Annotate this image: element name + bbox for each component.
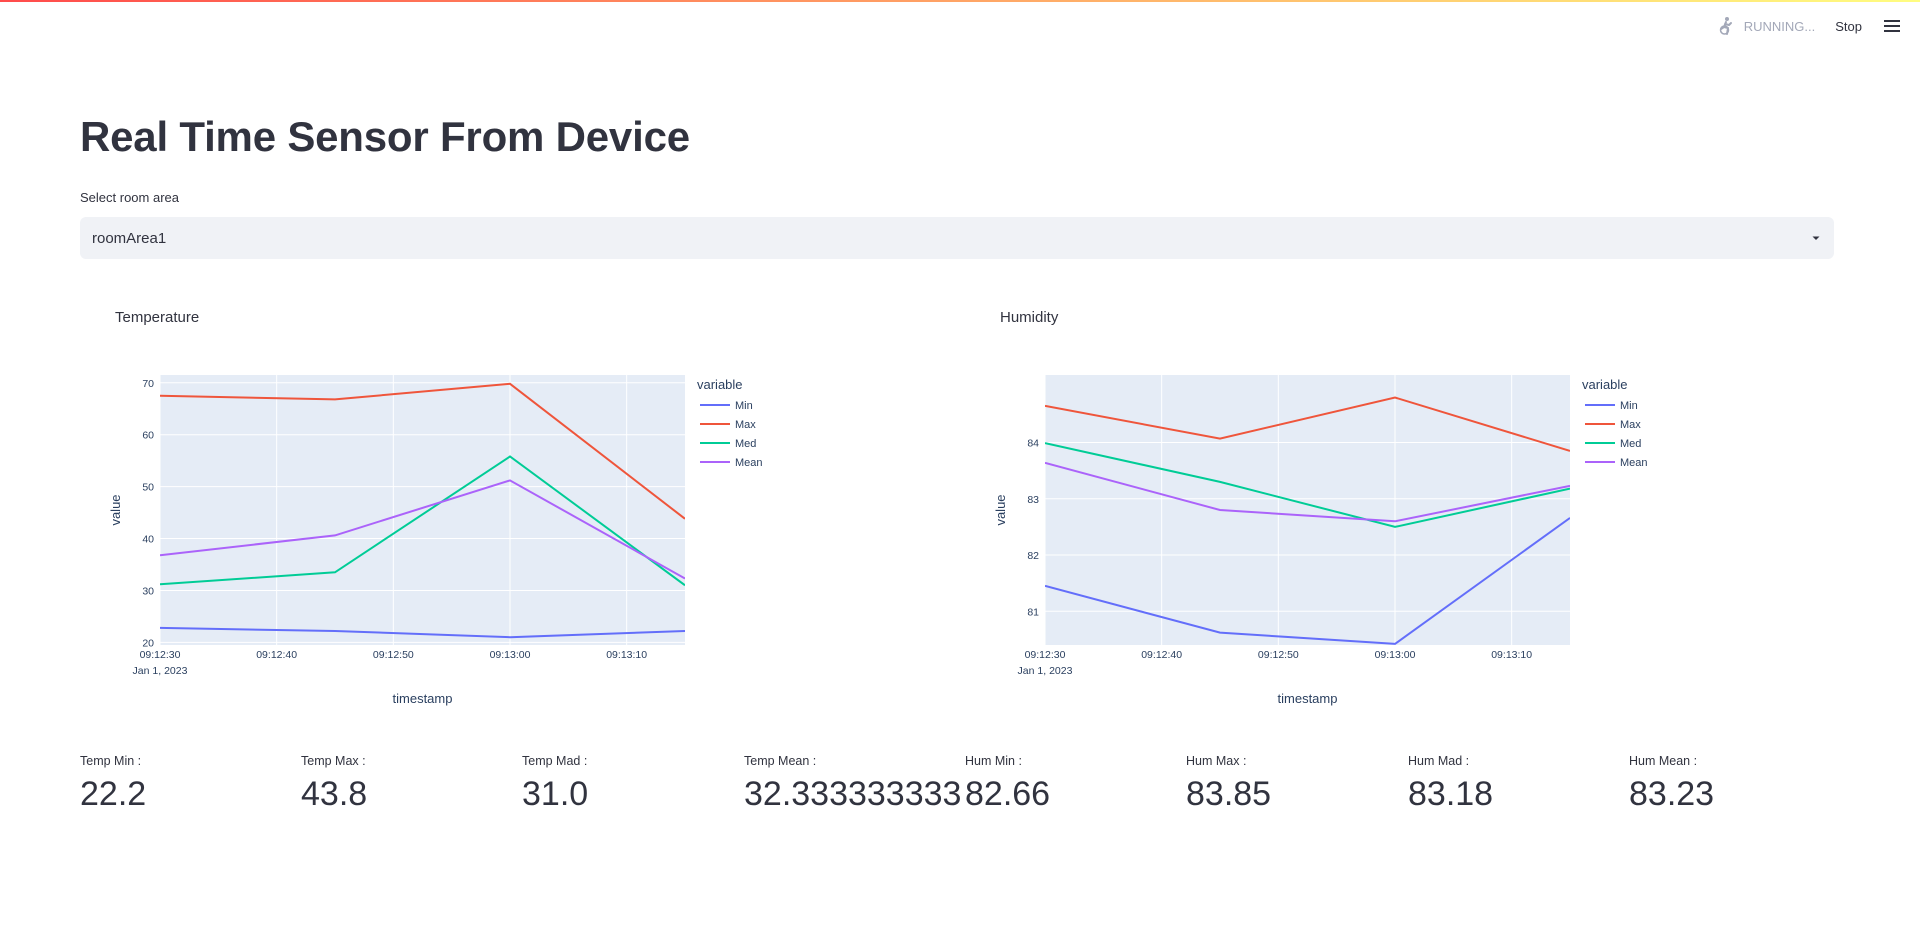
x-axis-title: timestamp bbox=[1278, 691, 1338, 706]
humidity-chart-svg: 09:12:30 Jan 1, 2023 09:12:40 09:12:50 09:13… bbox=[993, 375, 1648, 706]
metric-label: Temp Max : bbox=[301, 754, 366, 768]
metric-label: Hum Min : bbox=[965, 754, 1022, 768]
y-tick-label: 82 bbox=[1027, 550, 1039, 562]
metric-temp-max: Temp Max : 43.8 bbox=[301, 754, 521, 814]
status-text: RUNNING... bbox=[1743, 18, 1816, 34]
metric-value: 83.23 bbox=[1629, 775, 1715, 813]
app-toolbar: RUNNING... Stop bbox=[1716, 16, 1902, 36]
room-select-label: Select room area bbox=[80, 190, 179, 205]
metric-label: Temp Min : bbox=[80, 754, 142, 768]
x-tick-label: 09:13:00 bbox=[490, 649, 531, 661]
metric-value: 83.18 bbox=[1408, 775, 1494, 813]
x-tick-label: 09:12:40 bbox=[1141, 649, 1182, 661]
y-tick-label: 70 bbox=[142, 378, 154, 390]
metric-temp-min: Temp Min : 22.2 bbox=[80, 754, 300, 814]
metric-hum-max: Hum Max : 83.85 bbox=[1186, 754, 1406, 814]
metric-value: 83.85 bbox=[1186, 775, 1272, 813]
legend-label-mean: Mean bbox=[735, 457, 763, 469]
metric-value: 32.333333333 bbox=[744, 775, 962, 813]
legend-label-max: Max bbox=[1620, 419, 1641, 431]
y-tick-label: 30 bbox=[142, 585, 154, 597]
metric-value: 22.2 bbox=[80, 775, 147, 813]
y-tick-label: 84 bbox=[1027, 438, 1039, 450]
metric-label: Hum Mad : bbox=[1408, 754, 1470, 768]
legend-label-min: Min bbox=[1620, 400, 1638, 412]
x-tick-label: 09:12:50 bbox=[1258, 649, 1299, 661]
legend-label-max: Max bbox=[735, 419, 756, 431]
legend-label-mean: Mean bbox=[1620, 457, 1648, 469]
metric-value: 43.8 bbox=[301, 775, 368, 813]
y-tick-label: 40 bbox=[142, 534, 154, 546]
running-status: RUNNING... bbox=[1716, 16, 1816, 36]
y-tick-label: 60 bbox=[142, 430, 154, 442]
room-area-selected-value: roomArea1 bbox=[92, 229, 167, 247]
plot-background bbox=[1045, 375, 1570, 645]
temperature-chart: Temperature 09:12:30 Jan 1, 2023 09:12:40 0… bbox=[80, 295, 965, 720]
main-menu-button[interactable] bbox=[1882, 16, 1902, 36]
metric-label: Hum Max : bbox=[1186, 754, 1247, 768]
metric-label: Hum Mean : bbox=[1629, 754, 1698, 768]
metric-temp-mad: Temp Mad : 31.0 bbox=[522, 754, 742, 814]
y-tick-label: 20 bbox=[142, 637, 154, 649]
metric-hum-min: Hum Min : 82.66 bbox=[965, 754, 1185, 814]
metric-label: Temp Mad : bbox=[522, 754, 588, 768]
metric-hum-mean: Hum Mean : 83.23 bbox=[1629, 754, 1849, 814]
metric-value: 82.66 bbox=[965, 775, 1051, 813]
y-axis-title: value bbox=[108, 494, 123, 525]
x-tick-label: 09:13:00 bbox=[1375, 649, 1416, 661]
x-tick-label: 09:12:30 bbox=[1025, 649, 1066, 661]
x-tick-label: 09:12:40 bbox=[256, 649, 297, 661]
x-axis-title: timestamp bbox=[393, 691, 453, 706]
metric-hum-mad: Hum Mad : 83.18 bbox=[1408, 754, 1628, 814]
running-person-icon bbox=[1719, 17, 1732, 35]
y-tick-label: 81 bbox=[1027, 606, 1039, 618]
metric-label: Temp Mean : bbox=[744, 754, 817, 768]
legend-label-min: Min bbox=[735, 400, 753, 412]
y-tick-label: 50 bbox=[142, 482, 154, 494]
humidity-chart: Humidity 09:12:30 Jan 1, 2023 09:12:40 09:1… bbox=[965, 295, 1850, 720]
stop-button[interactable]: Stop bbox=[1833, 19, 1864, 34]
legend-title: variable bbox=[1582, 377, 1628, 392]
legend-label-med: Med bbox=[735, 438, 756, 450]
hamburger-menu-icon bbox=[1884, 20, 1900, 32]
top-decoration-bar bbox=[0, 0, 1920, 2]
page-title: Real Time Sensor From Device bbox=[80, 113, 690, 160]
room-area-select[interactable]: roomArea1 bbox=[80, 217, 1834, 259]
metric-value: 31.0 bbox=[522, 775, 589, 813]
legend-title: variable bbox=[697, 377, 743, 392]
temperature-chart-svg: 09:12:30 Jan 1, 2023 09:12:40 09:12:50 09:13… bbox=[108, 375, 763, 706]
x-tick-label: 09:12:30 bbox=[140, 649, 181, 661]
chevron-down-icon bbox=[1812, 236, 1820, 240]
x-date-label: Jan 1, 2023 bbox=[133, 665, 188, 677]
x-tick-label: 09:12:50 bbox=[373, 649, 414, 661]
plot-background bbox=[160, 375, 685, 645]
y-axis-title: value bbox=[993, 494, 1008, 525]
metric-temp-mean: Temp Mean : 32.333333333 bbox=[744, 754, 964, 814]
y-tick-label: 83 bbox=[1027, 494, 1039, 506]
x-date-label: Jan 1, 2023 bbox=[1018, 665, 1073, 677]
x-tick-label: 09:13:10 bbox=[606, 649, 647, 661]
legend-label-med: Med bbox=[1620, 438, 1641, 450]
x-tick-label: 09:13:10 bbox=[1491, 649, 1532, 661]
